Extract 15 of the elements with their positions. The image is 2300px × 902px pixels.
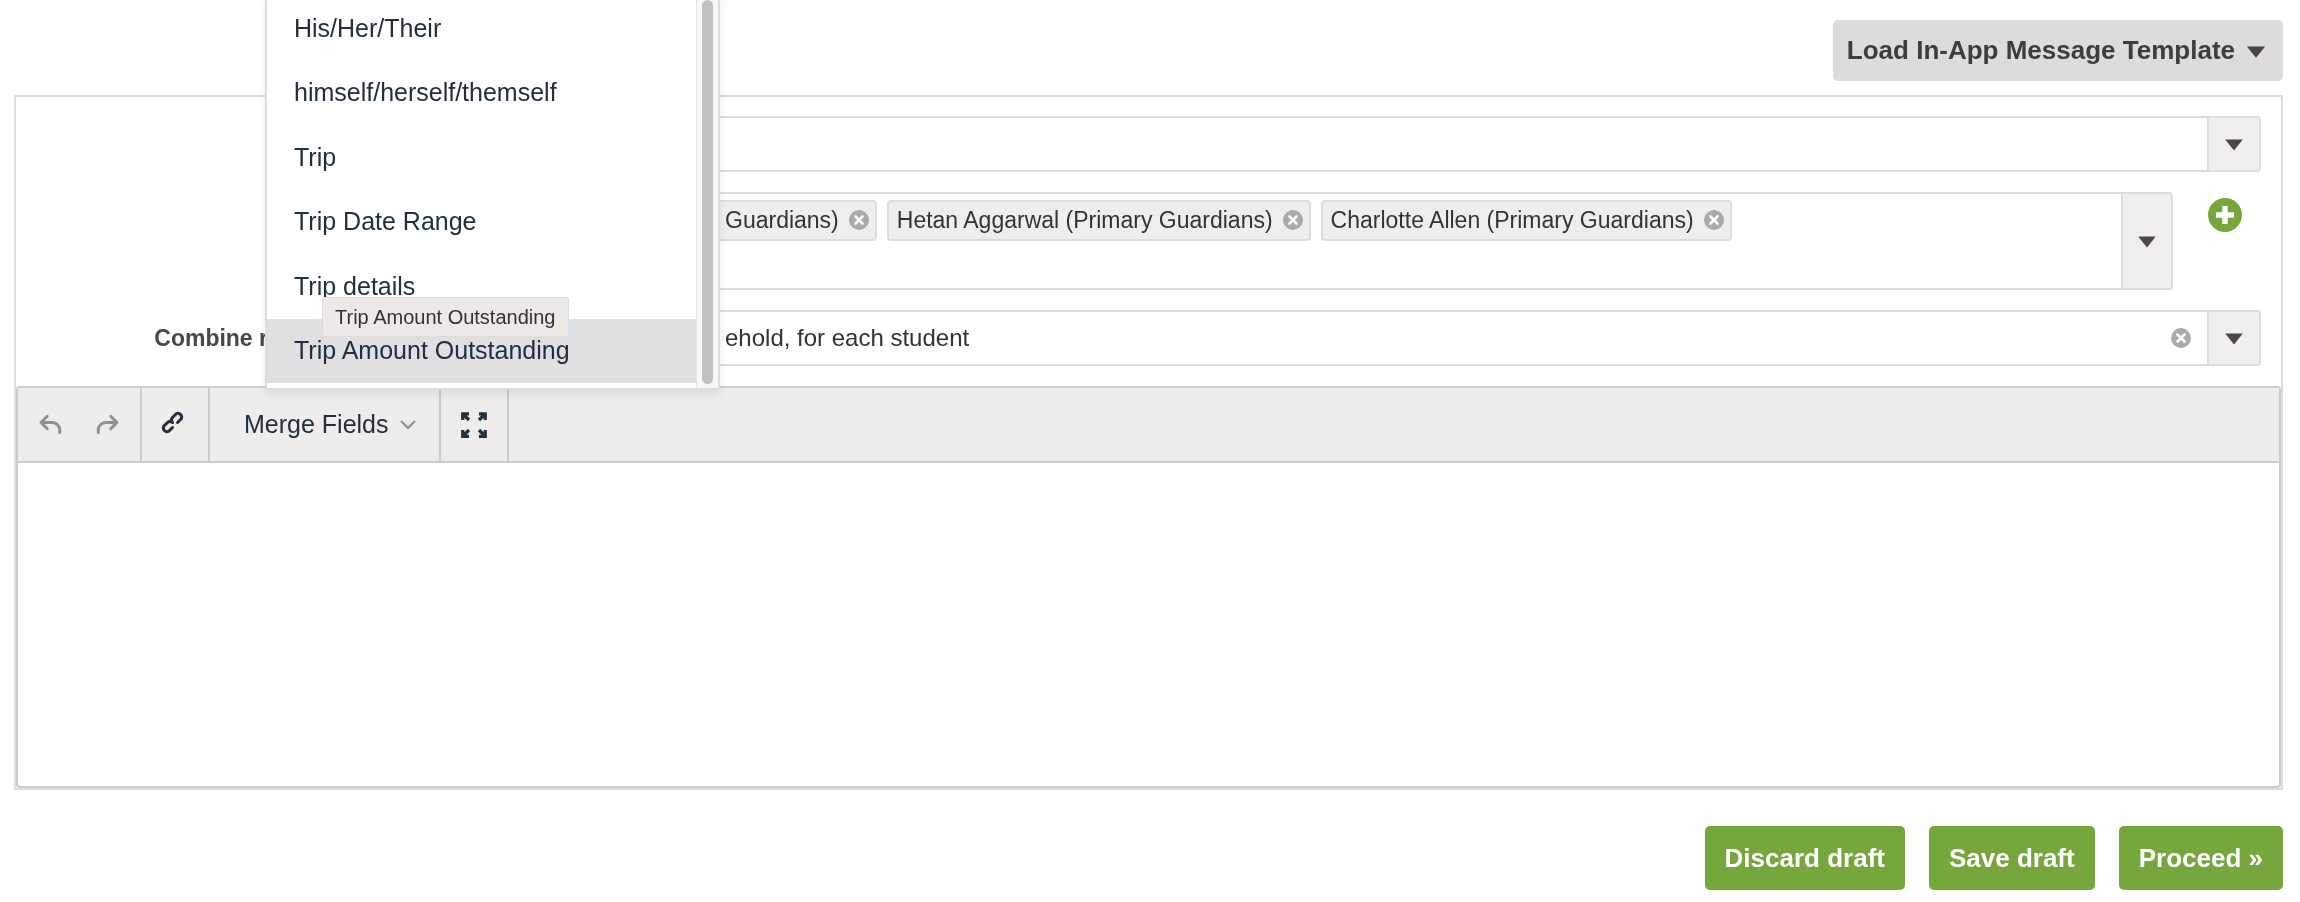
load-template-button[interactable]: Load In-App Message Template — [1832, 20, 2283, 81]
add-icon[interactable] — [2207, 198, 2242, 232]
chevron-down-icon — [398, 418, 417, 431]
recipient-tag: Hetan Aggarwal (Primary Guardians) — [886, 200, 1311, 241]
clear-icon[interactable] — [2171, 328, 2191, 348]
remove-icon[interactable] — [1282, 210, 1303, 231]
select-value: ehold, for each student — [725, 323, 970, 353]
scrollbar-thumb[interactable] — [702, 0, 713, 384]
tooltip: Trip Amount Outstanding — [322, 297, 569, 337]
remove-icon[interactable] — [848, 210, 869, 231]
merge-fields-dropdown[interactable]: Merge Fields — [240, 401, 421, 448]
recipient-tag: Charlotte Allen (Primary Guardians) — [1320, 200, 1732, 241]
fullscreen-icon[interactable] — [458, 409, 489, 440]
remove-icon[interactable] — [1703, 210, 1724, 231]
message-editor[interactable]: Merge Fields — [16, 386, 2281, 788]
